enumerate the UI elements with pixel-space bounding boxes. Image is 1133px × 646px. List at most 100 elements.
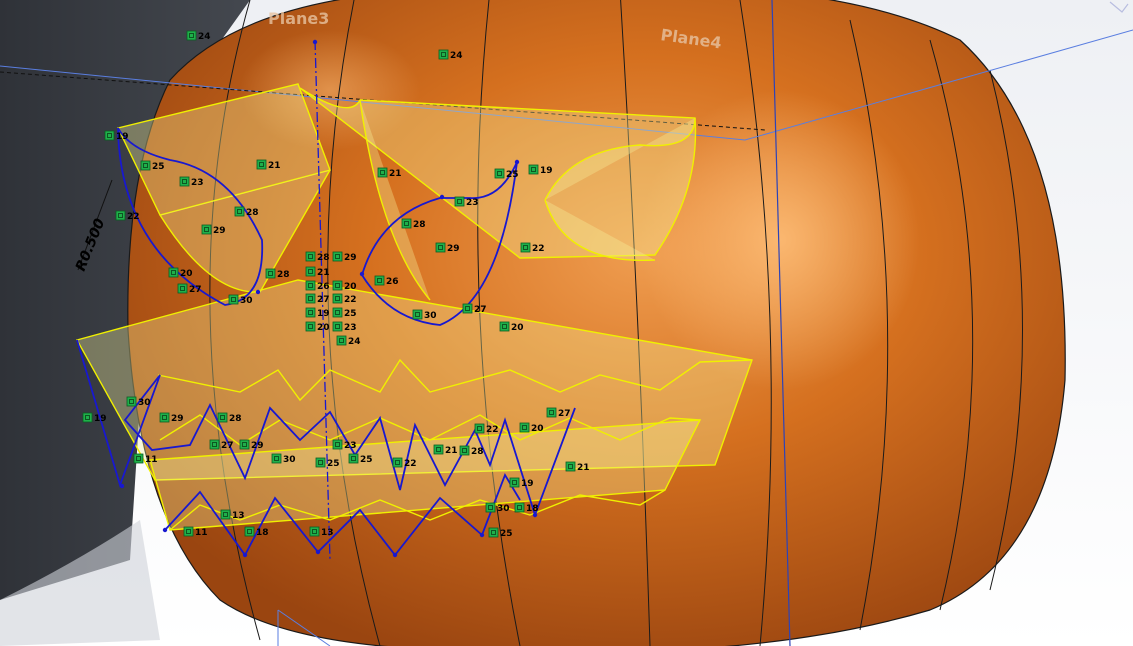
relation-marker[interactable]: 21: [565, 461, 590, 473]
relation-icon[interactable]: [494, 168, 505, 179]
relation-icon[interactable]: [239, 439, 250, 450]
relation-marker[interactable]: 22: [474, 423, 499, 435]
relation-icon[interactable]: [401, 218, 412, 229]
relation-marker[interactable]: 22: [520, 242, 545, 254]
relation-icon[interactable]: [565, 461, 576, 472]
relation-icon[interactable]: [217, 412, 228, 423]
relation-icon[interactable]: [305, 266, 316, 277]
relation-marker[interactable]: 25: [348, 453, 373, 465]
relation-marker[interactable]: 25: [140, 160, 165, 172]
relation-icon[interactable]: [126, 396, 137, 407]
relation-icon[interactable]: [348, 453, 359, 464]
relation-icon[interactable]: [392, 457, 403, 468]
relation-icon[interactable]: [433, 444, 444, 455]
relation-marker[interactable]: 21: [433, 444, 458, 456]
relation-marker[interactable]: 28: [234, 206, 259, 218]
relation-icon[interactable]: [514, 502, 525, 513]
relation-icon[interactable]: [209, 439, 220, 450]
relation-icon[interactable]: [115, 210, 126, 221]
relation-icon[interactable]: [234, 206, 245, 217]
relation-marker[interactable]: 30: [228, 294, 253, 306]
model-canvas[interactable]: Plane3 Plane4 R0.500 24241925 212322 282…: [0, 0, 1133, 646]
relation-icon[interactable]: [140, 160, 151, 171]
relation-icon[interactable]: [179, 176, 190, 187]
relation-icon[interactable]: [438, 49, 449, 60]
relation-icon[interactable]: [244, 526, 255, 537]
relation-marker[interactable]: 22: [115, 210, 140, 222]
relation-icon[interactable]: [305, 321, 316, 332]
relation-icon[interactable]: [168, 267, 179, 278]
relation-marker[interactable]: 29: [435, 242, 460, 254]
relation-marker[interactable]: 11: [183, 526, 208, 538]
relation-icon[interactable]: [305, 251, 316, 262]
relation-marker[interactable]: 29: [159, 412, 184, 424]
relation-marker[interactable]: 19: [509, 477, 534, 489]
relation-icon[interactable]: [336, 335, 347, 346]
relation-marker[interactable]: 27: [305, 293, 330, 305]
relation-marker[interactable]: 27: [177, 283, 202, 295]
relation-icon[interactable]: [82, 412, 93, 423]
relation-marker[interactable]: 30: [271, 453, 296, 465]
relation-marker[interactable]: 28: [217, 412, 242, 424]
relation-marker[interactable]: 30: [485, 502, 510, 514]
relation-icon[interactable]: [332, 280, 343, 291]
relation-icon[interactable]: [183, 526, 194, 537]
relation-icon[interactable]: [133, 453, 144, 464]
relation-marker[interactable]: 25: [488, 527, 513, 539]
relation-icon[interactable]: [305, 280, 316, 291]
relation-marker[interactable]: 25: [315, 457, 340, 469]
relation-icon[interactable]: [332, 293, 343, 304]
relation-marker[interactable]: 25: [332, 307, 357, 319]
relation-marker[interactable]: 11: [133, 453, 158, 465]
relation-marker[interactable]: 27: [462, 303, 487, 315]
relation-marker[interactable]: 29: [201, 224, 226, 236]
relation-icon[interactable]: [265, 268, 276, 279]
relation-icon[interactable]: [228, 294, 239, 305]
relation-marker[interactable]: 13: [220, 509, 245, 521]
relation-marker[interactable]: 13: [309, 526, 334, 538]
relation-icon[interactable]: [474, 423, 485, 434]
relation-icon[interactable]: [546, 407, 557, 418]
relation-icon[interactable]: [256, 159, 267, 170]
relation-marker[interactable]: 20: [519, 422, 544, 434]
relation-marker[interactable]: 27: [209, 439, 234, 451]
relation-marker[interactable]: 28: [401, 218, 426, 230]
relation-icon[interactable]: [177, 283, 188, 294]
relation-icon[interactable]: [528, 164, 539, 175]
relation-marker[interactable]: 23: [454, 196, 479, 208]
relation-icon[interactable]: [499, 321, 510, 332]
relation-marker[interactable]: 19: [82, 412, 107, 424]
relation-icon[interactable]: [315, 457, 326, 468]
relation-marker[interactable]: 21: [305, 266, 330, 278]
graphics-viewport[interactable]: Plane3 Plane4 R0.500 24 24 19 25 21 23 2…: [0, 0, 1133, 646]
relation-marker[interactable]: 19: [528, 164, 553, 176]
relation-marker[interactable]: 30: [126, 396, 151, 408]
relation-marker[interactable]: 20: [332, 280, 357, 292]
relation-icon[interactable]: [488, 527, 499, 538]
plane3-label[interactable]: Plane3: [268, 9, 329, 28]
relation-marker[interactable]: 21: [377, 167, 402, 179]
relation-marker[interactable]: 26: [374, 275, 399, 287]
relation-icon[interactable]: [186, 30, 197, 41]
relation-icon[interactable]: [271, 453, 282, 464]
relation-marker[interactable]: 24: [438, 49, 463, 61]
relation-marker[interactable]: 28: [265, 268, 290, 280]
relation-marker[interactable]: 18: [514, 502, 539, 514]
relation-icon[interactable]: [377, 167, 388, 178]
relation-icon[interactable]: [412, 309, 423, 320]
relation-marker[interactable]: 20: [168, 267, 193, 279]
relation-icon[interactable]: [485, 502, 496, 513]
relation-icon[interactable]: [201, 224, 212, 235]
relation-marker[interactable]: 23: [332, 321, 357, 333]
relation-icon[interactable]: [309, 526, 320, 537]
relation-icon[interactable]: [374, 275, 385, 286]
relation-marker[interactable]: 24: [336, 335, 361, 347]
relation-icon[interactable]: [462, 303, 473, 314]
relation-marker[interactable]: 19: [104, 130, 129, 142]
relation-icon[interactable]: [104, 130, 115, 141]
relation-icon[interactable]: [220, 509, 231, 520]
relation-marker[interactable]: 29: [332, 251, 357, 263]
relation-icon[interactable]: [305, 293, 316, 304]
relation-icon[interactable]: [305, 307, 316, 318]
relation-marker[interactable]: 19: [305, 307, 330, 319]
